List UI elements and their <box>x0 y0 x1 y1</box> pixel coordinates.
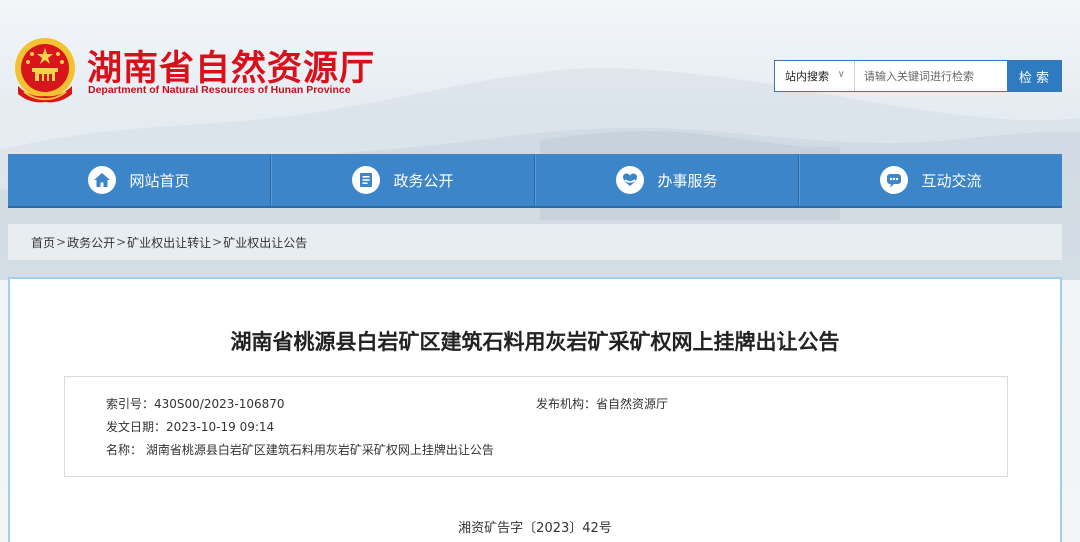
breadcrumb-separator: > <box>212 235 223 249</box>
nav-item-government-affairs[interactable]: 政务公开 <box>271 154 535 206</box>
search-scope-select[interactable]: 站内搜索 ∨ <box>775 61 855 91</box>
search-scope-label: 站内搜索 <box>785 70 829 83</box>
meta-publisher-label: 发布机构： <box>536 397 597 411</box>
meta-publisher: 发布机构：省自然资源厅 <box>536 395 668 412</box>
chevron-down-icon: ∨ <box>837 69 845 80</box>
nav-item-label: 互动交流 <box>921 171 982 190</box>
breadcrumb-separator: > <box>56 235 67 249</box>
search-button[interactable]: 检 索 <box>1007 61 1061 91</box>
meta-index: 索引号：430S00/2023-106870 <box>106 395 285 412</box>
breadcrumb-link-mining-announcement[interactable]: 矿业权出让公告 <box>223 234 307 251</box>
breadcrumb-link-government-affairs[interactable]: 政务公开 <box>67 234 115 251</box>
meta-index-value: 430S00/2023-106870 <box>154 397 285 411</box>
nav-item-label: 政务公开 <box>393 171 454 190</box>
nav-item-label: 办事服务 <box>657 171 718 190</box>
document-number: 湘资矿告字〔2023〕42号 <box>458 521 612 536</box>
chat-icon <box>880 166 909 194</box>
nav-item-services[interactable]: 办事服务 <box>535 154 799 206</box>
search-input[interactable] <box>855 61 1007 91</box>
meta-date-label: 发文日期： <box>106 420 167 434</box>
home-icon <box>88 166 117 194</box>
nav-item-label: 网站首页 <box>129 171 190 190</box>
main-nav: 网站首页 政务公开 办事服务 互动交流 <box>8 154 1062 208</box>
meta-name-label: 名称： <box>106 443 143 457</box>
meta-index-label: 索引号： <box>106 397 155 411</box>
document-icon <box>352 166 381 194</box>
meta-name-value: 湖南省桃源县白岩矿区建筑石料用灰岩矿采矿权网上挂牌出让公告 <box>145 443 494 457</box>
breadcrumb-separator: > <box>116 235 127 249</box>
article-meta-box: 索引号：430S00/2023-106870 发布机构：省自然资源厅 发文日期：… <box>64 376 1008 477</box>
search-bar: 站内搜索 ∨ 检 索 <box>774 60 1062 92</box>
breadcrumb-link-mining-rights[interactable]: 矿业权出让转让 <box>127 234 211 251</box>
article-panel: 湖南省桃源县白岩矿区建筑石料用灰岩矿采矿权网上挂牌出让公告 索引号：430S00… <box>8 277 1062 542</box>
service-icon <box>616 166 645 194</box>
site-subtitle: Department of Natural Resources of Hunan… <box>88 84 351 96</box>
breadcrumb: 首页 > 政务公开 > 矿业权出让转让 > 矿业权出让公告 <box>8 224 1062 260</box>
national-emblem-icon <box>15 38 75 103</box>
meta-date-value: 2023-10-19 09:14 <box>166 420 275 434</box>
nav-item-home[interactable]: 网站首页 <box>8 154 271 206</box>
meta-date: 发文日期：2023-10-19 09:14 <box>106 418 274 435</box>
article-title: 湖南省桃源县白岩矿区建筑石料用灰岩矿采矿权网上挂牌出让公告 <box>230 330 840 354</box>
nav-item-interaction[interactable]: 互动交流 <box>799 154 1062 206</box>
meta-publisher-value: 省自然资源厅 <box>596 397 669 411</box>
meta-name: 名称： 湖南省桃源县白岩矿区建筑石料用灰岩矿采矿权网上挂牌出让公告 <box>106 441 494 458</box>
breadcrumb-link-home[interactable]: 首页 <box>31 234 55 251</box>
